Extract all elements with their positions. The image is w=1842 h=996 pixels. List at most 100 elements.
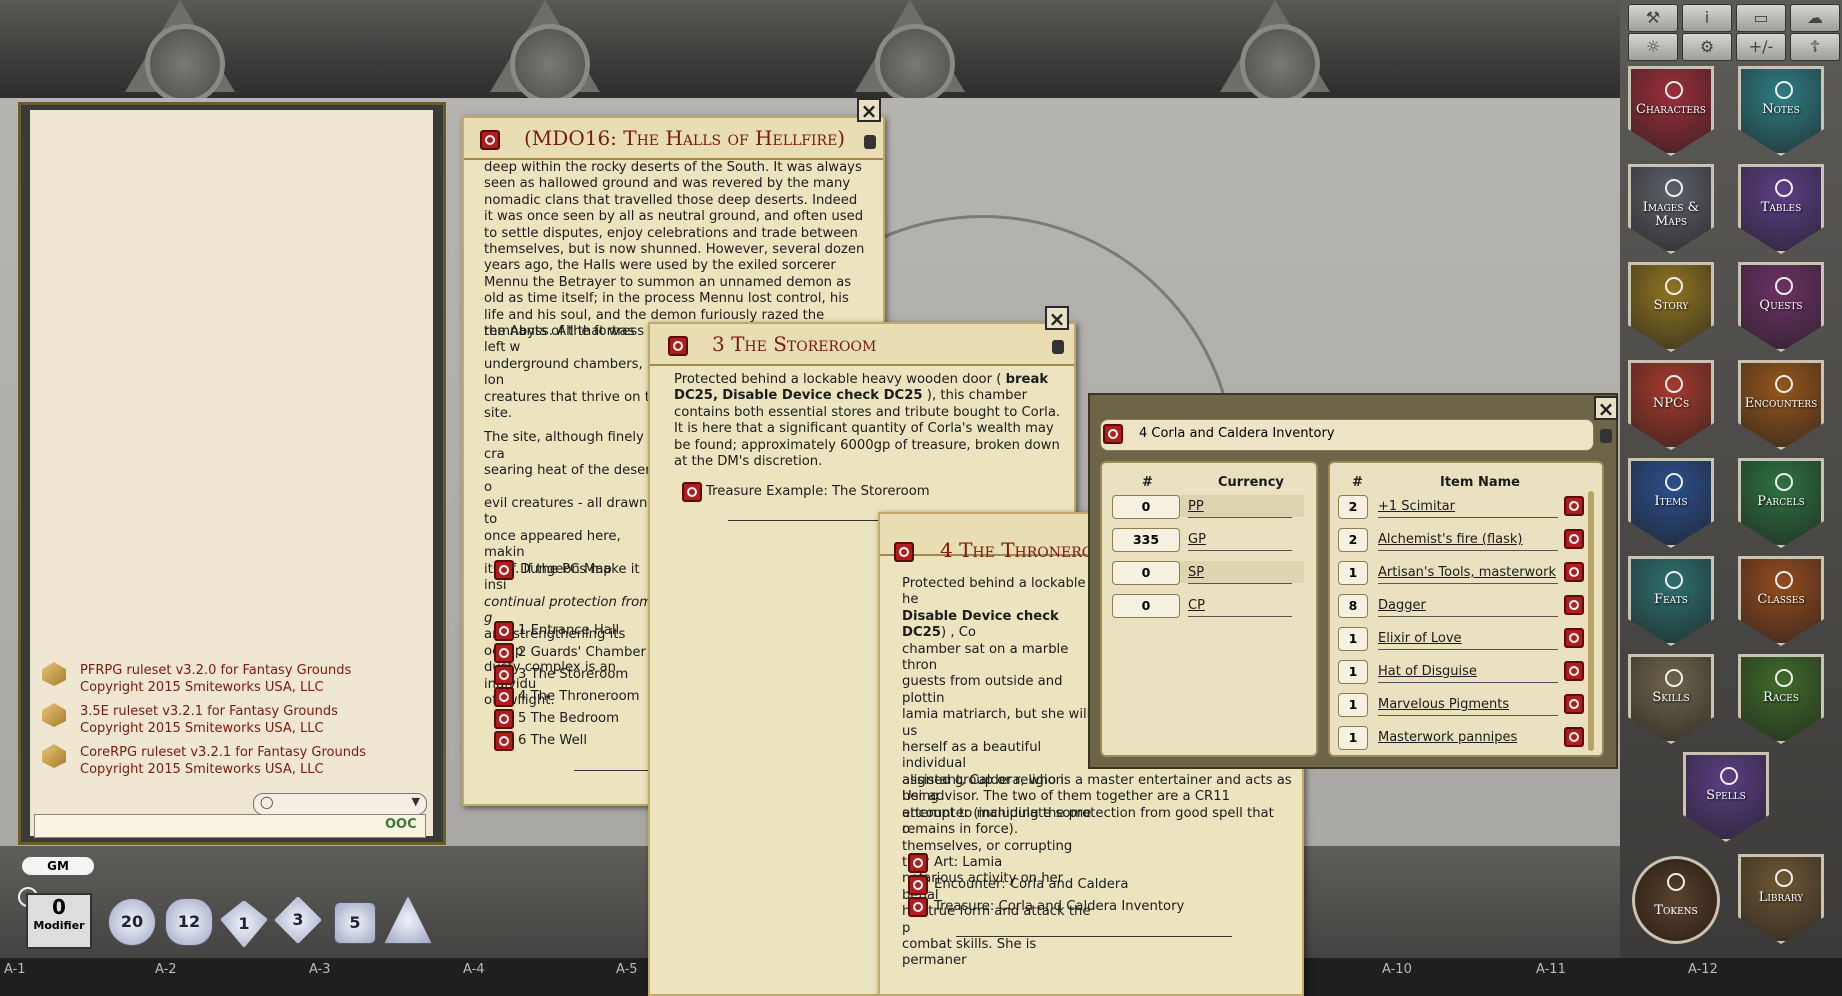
item-name[interactable]: Elixir of Love xyxy=(1378,631,1462,646)
story-link[interactable]: Art: Lamia xyxy=(934,855,1002,870)
item-link-icon[interactable] xyxy=(1564,595,1584,615)
item-link-icon[interactable] xyxy=(1564,562,1584,582)
d20-die-icon[interactable]: 20 xyxy=(108,898,156,946)
gm-identity[interactable]: GM xyxy=(22,857,94,875)
library-button[interactable]: Library xyxy=(1738,854,1824,944)
map-link[interactable]: Dungeon Map xyxy=(520,562,612,577)
story-link[interactable]: 2 Guards' Chamber xyxy=(518,645,646,660)
lock-icon[interactable] xyxy=(864,135,876,149)
currency-amount[interactable]: 0 xyxy=(1112,594,1180,618)
story-link[interactable]: 6 The Well xyxy=(518,733,587,748)
quests-button[interactable]: Quests xyxy=(1738,262,1824,352)
story-link-icon[interactable] xyxy=(494,687,514,707)
close-button[interactable]: × xyxy=(857,98,881,122)
item-name[interactable]: Masterwork pannipes xyxy=(1378,730,1517,745)
encounters-button[interactable]: Encounters xyxy=(1738,360,1824,450)
story-link[interactable]: 4 The Throneroom xyxy=(518,689,640,704)
story-link[interactable]: 3 The Storeroom xyxy=(518,667,628,682)
treasure-link-icon[interactable] xyxy=(908,897,928,917)
tokens-button[interactable]: Tokens xyxy=(1632,856,1720,944)
window-title-bar[interactable]: 3 The Storeroom xyxy=(650,324,1074,366)
chat-mode-select[interactable]: ◯ ▼ xyxy=(253,793,427,815)
story-link[interactable]: 1 Entrance Hall xyxy=(518,623,619,638)
item-count[interactable]: 1 xyxy=(1338,660,1368,684)
item-link-icon[interactable] xyxy=(1564,529,1584,549)
d6-die-icon[interactable]: 5 xyxy=(334,902,376,944)
item-count[interactable]: 1 xyxy=(1338,693,1368,717)
window-title-bar[interactable]: (MDO16: The Halls of Hellfire) xyxy=(464,118,883,160)
item-count[interactable]: 1 xyxy=(1338,726,1368,750)
treasure-link-icon[interactable] xyxy=(682,482,702,502)
item-count[interactable]: 8 xyxy=(1338,594,1368,618)
parcel-window[interactable]: 4 Corla and Caldera Inventory # Currency… xyxy=(1088,393,1618,769)
spells-button[interactable]: Spells xyxy=(1683,752,1769,842)
item-name[interactable]: Marvelous Pigments xyxy=(1378,697,1509,712)
item-count[interactable]: 1 xyxy=(1338,561,1368,585)
item-link-icon[interactable] xyxy=(1564,496,1584,516)
item-name[interactable]: Alchemist's fire (flask) xyxy=(1378,532,1523,547)
item-link-icon[interactable] xyxy=(1564,661,1584,681)
info-icon[interactable]: i xyxy=(1682,4,1732,32)
item-count[interactable]: 1 xyxy=(1338,627,1368,651)
items-scrollbar[interactable] xyxy=(1588,491,1594,751)
characters-button[interactable]: Characters xyxy=(1628,66,1714,156)
currency-amount[interactable]: 335 xyxy=(1112,528,1180,552)
item-link-icon[interactable] xyxy=(1564,628,1584,648)
items-panel[interactable]: # Item Name 2 +1 Scimitar 2 Alchemist's … xyxy=(1328,461,1604,757)
plusminus-icon[interactable]: +/- xyxy=(1736,33,1786,61)
ooc-toggle[interactable]: OOC xyxy=(385,817,417,832)
parcels-button[interactable]: Parcels xyxy=(1738,458,1824,548)
chat-input[interactable] xyxy=(34,814,426,838)
lock-icon[interactable] xyxy=(1600,429,1612,443)
item-count[interactable]: 2 xyxy=(1338,528,1368,552)
skills-button[interactable]: Skills xyxy=(1628,654,1714,744)
art-link-icon[interactable] xyxy=(908,853,928,873)
light-icon[interactable]: ☼ xyxy=(1628,33,1678,61)
modifier-box[interactable]: 0 Modifier xyxy=(26,893,92,949)
feats-button[interactable]: Feats xyxy=(1628,556,1714,646)
close-button[interactable]: × xyxy=(1045,306,1069,330)
images-maps-button[interactable]: Images & Maps xyxy=(1628,164,1714,254)
tokens-icon xyxy=(1667,873,1685,891)
currency-amount[interactable]: 0 xyxy=(1112,561,1180,585)
item-name[interactable]: Dagger xyxy=(1378,598,1426,613)
lock-icon[interactable] xyxy=(1052,340,1064,354)
figure-icon[interactable]: ☦ xyxy=(1790,33,1840,61)
cloud-icon[interactable]: ☁ xyxy=(1790,4,1840,32)
npcs-button[interactable]: NPCs xyxy=(1628,360,1714,450)
close-button[interactable]: × xyxy=(1594,396,1618,420)
book-icon[interactable]: ▭ xyxy=(1736,4,1786,32)
currency-name[interactable]: GP xyxy=(1188,532,1206,547)
map-link-icon[interactable] xyxy=(494,560,514,580)
story-link[interactable]: 5 The Bedroom xyxy=(518,711,619,726)
item-name[interactable]: +1 Scimitar xyxy=(1378,499,1455,514)
currency-name[interactable]: PP xyxy=(1188,499,1204,514)
tables-button[interactable]: Tables xyxy=(1738,164,1824,254)
story-link-icon[interactable] xyxy=(494,665,514,685)
item-link-icon[interactable] xyxy=(1564,727,1584,747)
d12-die-icon[interactable]: 12 xyxy=(165,898,213,946)
treasure-link[interactable]: Treasure Example: The Storeroom xyxy=(706,484,930,499)
item-count[interactable]: 2 xyxy=(1338,495,1368,519)
story-link-icon[interactable] xyxy=(494,643,514,663)
story-link-icon[interactable] xyxy=(494,621,514,641)
story-button[interactable]: Story xyxy=(1628,262,1714,352)
settings-icon[interactable]: ⚙ xyxy=(1682,33,1732,61)
tools-icon[interactable]: ⚒ xyxy=(1628,4,1678,32)
item-name[interactable]: Hat of Disguise xyxy=(1378,664,1477,679)
story-link-icon[interactable] xyxy=(494,731,514,751)
encounter-link-icon[interactable] xyxy=(908,875,928,895)
currency-amount[interactable]: 0 xyxy=(1112,495,1180,519)
classes-button[interactable]: Classes xyxy=(1738,556,1824,646)
notes-button[interactable]: Notes xyxy=(1738,66,1824,156)
story-link[interactable]: Encounter: Corla and Caldera xyxy=(934,877,1128,892)
races-button[interactable]: Races xyxy=(1738,654,1824,744)
story-link-icon[interactable] xyxy=(494,709,514,729)
currency-name[interactable]: SP xyxy=(1188,565,1204,580)
parcel-title-bar[interactable]: 4 Corla and Caldera Inventory xyxy=(1100,419,1594,451)
item-name[interactable]: Artisan's Tools, masterwork xyxy=(1378,565,1556,580)
item-link-icon[interactable] xyxy=(1564,694,1584,714)
currency-name[interactable]: CP xyxy=(1188,598,1205,613)
items-button[interactable]: Items xyxy=(1628,458,1714,548)
story-link[interactable]: Treasure: Corla and Caldera Inventory xyxy=(934,899,1184,914)
